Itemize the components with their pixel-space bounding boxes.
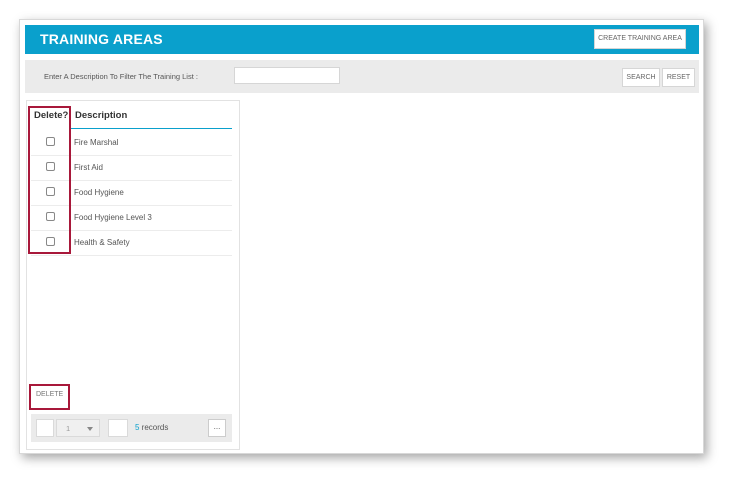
row-description: Food Hygiene Level 3 [74, 213, 152, 222]
delete-checkbox[interactable] [46, 212, 55, 221]
table-row: First Aid [31, 155, 232, 181]
table-row: Food Hygiene [31, 180, 232, 206]
column-header-delete: Delete? [34, 110, 69, 121]
records-count: 5 records [135, 423, 168, 432]
reset-button[interactable]: RESET [662, 68, 695, 87]
filter-bar: Enter A Description To Filter The Traini… [25, 60, 699, 93]
pager-prev-button[interactable] [36, 419, 54, 437]
training-list-panel: Delete? Description Fire Marshal First A… [26, 100, 240, 450]
page-header: TRAINING AREAS CREATE TRAINING AREA [25, 25, 699, 54]
delete-checkbox[interactable] [46, 137, 55, 146]
row-description: Food Hygiene [74, 188, 124, 197]
column-header-description: Description [75, 110, 128, 121]
page-title: TRAINING AREAS [40, 31, 163, 47]
chevron-down-icon [87, 427, 93, 431]
row-description: First Aid [74, 163, 103, 172]
more-options-button[interactable]: ... [208, 419, 226, 437]
table-row: Fire Marshal [31, 130, 232, 156]
delete-checkbox[interactable] [46, 162, 55, 171]
filter-input[interactable] [234, 67, 340, 84]
search-button[interactable]: SEARCH [622, 68, 660, 87]
header-underline [70, 128, 232, 129]
row-description: Fire Marshal [74, 138, 119, 147]
row-description: Health & Safety [74, 238, 130, 247]
pager: 1 5 records ... [31, 414, 232, 442]
page-select[interactable]: 1 [56, 419, 100, 437]
delete-button[interactable]: DELETE [36, 391, 63, 398]
filter-label: Enter A Description To Filter The Traini… [44, 72, 198, 81]
create-training-area-button[interactable]: CREATE TRAINING AREA [594, 29, 686, 49]
pager-next-button[interactable] [108, 419, 128, 437]
delete-checkbox[interactable] [46, 237, 55, 246]
table-row: Food Hygiene Level 3 [31, 205, 232, 231]
app-window: TRAINING AREAS CREATE TRAINING AREA Ente… [19, 19, 704, 454]
table-row: Health & Safety [31, 230, 232, 256]
page-select-value: 1 [66, 424, 71, 433]
delete-checkbox[interactable] [46, 187, 55, 196]
records-suffix: records [139, 423, 169, 432]
